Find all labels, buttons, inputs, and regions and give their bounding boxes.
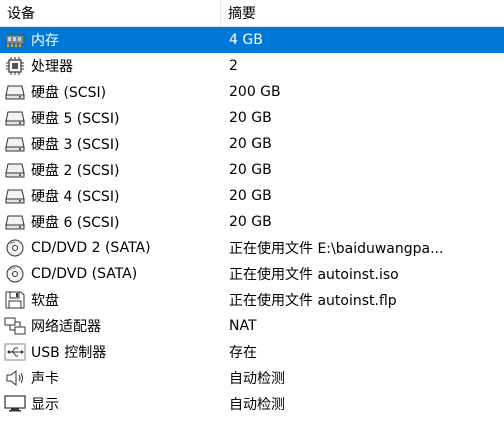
device-cell: CD/DVD 2 (SATA) xyxy=(0,238,221,258)
memory-icon xyxy=(4,30,26,50)
device-row[interactable]: 软盘 正在使用文件 autoinst.flp xyxy=(0,287,504,313)
summary-cell: 自动检测 xyxy=(229,371,285,387)
device-cell: 处理器 xyxy=(0,56,221,76)
disk-icon xyxy=(4,160,26,180)
device-row[interactable]: 内存 4 GB xyxy=(0,27,504,53)
summary-cell: 2 xyxy=(229,58,238,74)
device-row[interactable]: 硬盘 6 (SCSI) 20 GB xyxy=(0,209,504,235)
cd-dvd-icon xyxy=(4,238,26,258)
device-cell: CD/DVD (SATA) xyxy=(0,264,221,284)
disk-icon xyxy=(4,186,26,206)
device-label: 硬盘 4 (SCSI) xyxy=(31,189,120,205)
column-header-summary-label: 摘要 xyxy=(228,6,256,22)
summary-cell: 自动检测 xyxy=(229,397,285,413)
summary-cell: 20 GB xyxy=(229,214,272,230)
device-label: CD/DVD (SATA) xyxy=(31,266,138,282)
disk-icon xyxy=(4,212,26,232)
device-cell: 硬盘 3 (SCSI) xyxy=(0,134,221,154)
device-cell: 内存 xyxy=(0,30,221,50)
summary-cell: 20 GB xyxy=(229,136,272,152)
floppy-icon xyxy=(4,290,26,310)
device-row[interactable]: 显示 自动检测 xyxy=(0,391,504,417)
device-cell: 网络适配器 xyxy=(0,316,221,336)
device-cell: 硬盘 4 (SCSI) xyxy=(0,186,221,206)
device-label: 硬盘 3 (SCSI) xyxy=(31,137,120,153)
device-cell: 硬盘 (SCSI) xyxy=(0,82,221,102)
device-label: 内存 xyxy=(31,33,59,49)
device-label: USB 控制器 xyxy=(31,345,107,361)
column-header-summary[interactable]: 摘要 xyxy=(221,0,256,26)
device-label: 显示 xyxy=(31,397,59,413)
device-cell: 硬盘 2 (SCSI) xyxy=(0,160,221,180)
network-adapter-icon xyxy=(4,316,26,336)
device-row[interactable]: 硬盘 4 (SCSI) 20 GB xyxy=(0,183,504,209)
summary-cell: 正在使用文件 autoinst.iso xyxy=(229,267,399,283)
device-cell: 声卡 xyxy=(0,368,221,388)
summary-cell: 正在使用文件 autoinst.flp xyxy=(229,293,397,309)
device-label: 处理器 xyxy=(31,59,73,75)
disk-icon xyxy=(4,108,26,128)
device-cell: 硬盘 5 (SCSI) xyxy=(0,108,221,128)
device-label: 网络适配器 xyxy=(31,319,101,335)
device-cell: USB 控制器 xyxy=(0,342,221,362)
device-label: 硬盘 2 (SCSI) xyxy=(31,163,120,179)
device-row[interactable]: 处理器 2 xyxy=(0,53,504,79)
device-row[interactable]: 硬盘 2 (SCSI) 20 GB xyxy=(0,157,504,183)
device-label: 声卡 xyxy=(31,371,59,387)
cpu-icon xyxy=(4,56,26,76)
device-row[interactable]: CD/DVD (SATA) 正在使用文件 autoinst.iso xyxy=(0,261,504,287)
device-list: 设备 摘要 内存 4 GB 处理器 2 硬盘 (SCSI) 200 GB 硬盘 5 (SCS… xyxy=(0,0,504,433)
device-row[interactable]: CD/DVD 2 (SATA) 正在使用文件 E:\baiduwangpa... xyxy=(0,235,504,261)
summary-cell: 存在 xyxy=(229,345,257,361)
summary-cell: 200 GB xyxy=(229,84,281,100)
device-rows: 内存 4 GB 处理器 2 硬盘 (SCSI) 200 GB 硬盘 5 (SCSI) 20 G… xyxy=(0,27,504,417)
device-row[interactable]: 硬盘 3 (SCSI) 20 GB xyxy=(0,131,504,157)
column-header-device[interactable]: 设备 xyxy=(0,0,221,26)
column-header-device-label: 设备 xyxy=(7,6,35,22)
disk-icon xyxy=(4,134,26,154)
disk-icon xyxy=(4,82,26,102)
device-row[interactable]: 硬盘 5 (SCSI) 20 GB xyxy=(0,105,504,131)
summary-cell: 4 GB xyxy=(229,32,263,48)
summary-cell: NAT xyxy=(229,318,257,334)
summary-cell: 20 GB xyxy=(229,162,272,178)
sound-card-icon xyxy=(4,368,26,388)
device-label: 硬盘 6 (SCSI) xyxy=(31,215,120,231)
summary-cell: 正在使用文件 E:\baiduwangpa... xyxy=(229,241,444,257)
usb-icon xyxy=(4,342,26,362)
device-row[interactable]: USB 控制器 存在 xyxy=(0,339,504,365)
cd-dvd-icon xyxy=(4,264,26,284)
device-row[interactable]: 声卡 自动检测 xyxy=(0,365,504,391)
device-label: 软盘 xyxy=(31,293,59,309)
device-cell: 硬盘 6 (SCSI) xyxy=(0,212,221,232)
device-row[interactable]: 硬盘 (SCSI) 200 GB xyxy=(0,79,504,105)
device-row[interactable]: 网络适配器 NAT xyxy=(0,313,504,339)
summary-cell: 20 GB xyxy=(229,110,272,126)
device-label: 硬盘 5 (SCSI) xyxy=(31,111,120,127)
display-icon xyxy=(4,394,26,414)
device-cell: 显示 xyxy=(0,394,221,414)
summary-cell: 20 GB xyxy=(229,188,272,204)
device-cell: 软盘 xyxy=(0,290,221,310)
device-label: 硬盘 (SCSI) xyxy=(31,85,107,101)
device-label: CD/DVD 2 (SATA) xyxy=(31,240,151,256)
list-header: 设备 摘要 xyxy=(0,0,504,27)
